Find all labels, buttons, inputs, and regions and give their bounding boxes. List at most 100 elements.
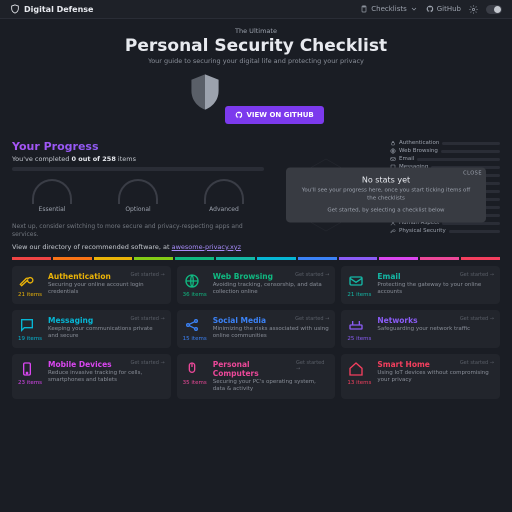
card-desc: Safeguarding your network traffic bbox=[377, 326, 494, 333]
stat-label: Physical Security bbox=[399, 228, 446, 234]
close-button[interactable]: CLOSE bbox=[463, 171, 482, 177]
card-arrow: Get started → bbox=[130, 316, 164, 322]
stat-label: Authentication bbox=[399, 140, 439, 146]
card-body: Mobile Devices Get started → Reduce invasi… bbox=[48, 360, 165, 393]
checklist-card[interactable]: 36 items Web Browsing Get started → Avoidin… bbox=[177, 266, 336, 304]
color-palette bbox=[12, 257, 500, 260]
gauge-arc bbox=[32, 179, 72, 204]
github-button-label: VIEW ON GITHUB bbox=[247, 111, 314, 119]
card-arrow: Get started → bbox=[460, 272, 494, 278]
view-on-github-button[interactable]: VIEW ON GITHUB bbox=[225, 106, 324, 124]
checklists-dropdown[interactable]: Checklists bbox=[360, 5, 417, 13]
brand-text: Digital Defense bbox=[24, 5, 93, 14]
chevron-down-icon bbox=[410, 5, 418, 13]
card-arrow: Get started → bbox=[130, 360, 164, 366]
mouse-icon bbox=[183, 360, 201, 378]
progress-bar bbox=[12, 167, 264, 171]
stat-bar bbox=[417, 158, 500, 161]
checklist-card[interactable]: 35 itemsPersonal ComputersGet started →S… bbox=[177, 354, 336, 399]
card-count: 21 items bbox=[347, 292, 371, 298]
swatch bbox=[339, 257, 378, 260]
card-body: NetworksGet started →Safeguarding your n… bbox=[377, 316, 494, 342]
card-title: Email bbox=[377, 272, 400, 281]
card-arrow: Get started → bbox=[295, 316, 329, 322]
key-icon bbox=[18, 272, 36, 290]
gear-icon[interactable] bbox=[469, 5, 478, 14]
theme-toggle[interactable] bbox=[486, 5, 502, 14]
card-title: Web Browsing bbox=[213, 272, 273, 281]
checklist-cards: 21 itemsAuthenticationGet started →Secur… bbox=[12, 266, 500, 399]
progress-section: Your Progress You've completed 0 out of … bbox=[12, 140, 500, 251]
card-desc: Using IoT devices without compromising y… bbox=[377, 370, 494, 384]
card-desc: Minimizing the risks associated with usi… bbox=[213, 326, 330, 340]
checklist-card[interactable]: 13 itemsSmart HomeGet started →Using IoT… bbox=[341, 354, 500, 399]
swatch bbox=[379, 257, 418, 260]
card-left: 35 items bbox=[183, 360, 207, 393]
swatch bbox=[298, 257, 337, 260]
overlay-text-1: You'll see your progress here, once you … bbox=[298, 188, 474, 203]
recommendation-text: Next up, consider switching to more secu… bbox=[12, 223, 264, 240]
card-arrow: Get started → bbox=[295, 272, 329, 278]
card-count: 19 items bbox=[18, 336, 42, 342]
card-count: 36 items bbox=[183, 292, 207, 298]
phone-icon bbox=[18, 360, 36, 378]
gauges: Essential Optional Advanced bbox=[12, 179, 264, 213]
awesome-privacy-link[interactable]: awesome-privacy.xyz bbox=[172, 243, 241, 251]
card-count: 21 items bbox=[18, 292, 42, 298]
checklist-card[interactable]: 23 itemsMobile DevicesGet started →Reduc… bbox=[12, 354, 171, 399]
card-body: Email Get started → Protecting the gateway… bbox=[377, 272, 494, 298]
checklist-card[interactable]: 25 items NetworksGet started →Safeguardin… bbox=[341, 310, 500, 348]
swatch bbox=[175, 257, 214, 260]
swatch bbox=[257, 257, 296, 260]
github-icon bbox=[426, 5, 434, 13]
card-title: Social Media bbox=[213, 316, 266, 325]
checklist-card[interactable]: 15 items Social Media Get started → Minimiz… bbox=[177, 310, 336, 348]
github-icon bbox=[235, 111, 243, 119]
card-title: Authentication bbox=[48, 272, 111, 281]
stat-bar bbox=[441, 150, 500, 153]
stat-label: Email bbox=[399, 156, 414, 162]
stat-row: Authentication bbox=[390, 140, 500, 146]
globe-icon bbox=[183, 272, 201, 290]
card-desc: Reduce invasive tracking for cells, smar… bbox=[48, 370, 165, 384]
subtitle: Your guide to securing your digital life… bbox=[20, 57, 492, 65]
share-icon bbox=[183, 316, 201, 334]
stat-icon bbox=[390, 156, 396, 162]
stat-icon bbox=[390, 148, 396, 154]
card-body: Social Media Get started → Minimizing the … bbox=[213, 316, 330, 342]
brand[interactable]: Digital Defense bbox=[10, 4, 93, 14]
card-body: AuthenticationGet started →Securing your… bbox=[48, 272, 165, 298]
gauge-advanced: Advanced bbox=[184, 179, 264, 213]
progress-right: 100% AuthenticationWeb BrowsingEmailMess… bbox=[272, 140, 500, 251]
card-count: 25 items bbox=[347, 336, 371, 342]
gauge-arc bbox=[118, 179, 158, 204]
swatch bbox=[94, 257, 133, 260]
card-arrow: Get started → bbox=[296, 360, 329, 372]
content: Your Progress You've completed 0 out of … bbox=[0, 134, 512, 405]
card-body: MessagingGet started →Keeping your commu… bbox=[48, 316, 165, 342]
stat-icon bbox=[390, 228, 396, 234]
clipboard-icon bbox=[360, 5, 368, 13]
stat-bar bbox=[449, 230, 500, 233]
stat-row: Physical Security bbox=[390, 228, 500, 234]
github-label: GitHub bbox=[437, 5, 461, 13]
checklist-card[interactable]: 19 itemsMessagingGet started →Keeping yo… bbox=[12, 310, 171, 348]
progress-subtitle: You've completed 0 out of 258 items bbox=[12, 155, 264, 163]
card-title: Smart Home bbox=[377, 360, 430, 369]
card-left: 36 items bbox=[183, 272, 207, 298]
topbar: Digital Defense Checklists GitHub bbox=[0, 0, 512, 19]
github-link[interactable]: GitHub bbox=[426, 5, 461, 13]
card-arrow: Get started → bbox=[130, 272, 164, 278]
checklist-card[interactable]: 21 itemsAuthenticationGet started →Secur… bbox=[12, 266, 171, 304]
card-left: 15 items bbox=[183, 316, 207, 342]
mail-icon bbox=[347, 272, 365, 290]
pretitle: The Ultimate bbox=[20, 27, 492, 35]
card-desc: Avoiding tracking, censorship, and data … bbox=[213, 282, 330, 296]
card-title: Messaging bbox=[48, 316, 93, 325]
stat-row: Email bbox=[390, 156, 500, 162]
no-stats-overlay: CLOSE No stats yet You'll see your progr… bbox=[286, 168, 486, 223]
card-title: Mobile Devices bbox=[48, 360, 112, 369]
card-desc: Protecting the gateway to your online ac… bbox=[377, 282, 494, 296]
topbar-right: Checklists GitHub bbox=[360, 5, 502, 14]
checklist-card[interactable]: 21 items Email Get started → Protecting the… bbox=[341, 266, 500, 304]
